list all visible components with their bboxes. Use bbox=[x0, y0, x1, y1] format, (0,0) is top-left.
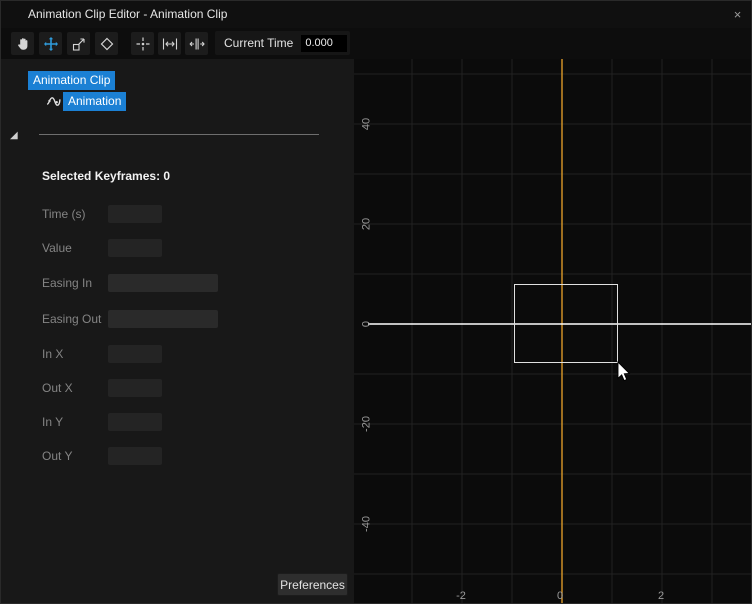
current-time-label: Current Time bbox=[224, 36, 293, 50]
tree-item-animation-clip[interactable]: Animation Clip bbox=[28, 71, 115, 90]
svg-text:0: 0 bbox=[361, 321, 373, 327]
frame-target-button[interactable] bbox=[131, 32, 154, 55]
properties-panel: ◢ Animation Clip Animation Selected Keyf… bbox=[1, 59, 354, 603]
y-axis-labels: 40 20 0 -20 -40 bbox=[361, 118, 373, 532]
current-time-input[interactable] bbox=[301, 35, 347, 52]
field-row-out-y: Out Y bbox=[42, 447, 342, 465]
svg-text:-40: -40 bbox=[361, 516, 373, 532]
curve-editor[interactable]: 40 20 0 -20 -40 -2 0 2 bbox=[354, 59, 752, 604]
svg-text:40: 40 bbox=[361, 118, 373, 130]
keyframe-diamond-icon bbox=[99, 36, 115, 52]
easing-in-input[interactable] bbox=[108, 274, 218, 292]
mouse-cursor-icon bbox=[618, 362, 629, 381]
svg-text:-20: -20 bbox=[361, 416, 373, 432]
field-row-in-y: In Y bbox=[42, 413, 342, 431]
fit-horizontal-icon bbox=[162, 36, 178, 52]
scale-icon bbox=[71, 36, 87, 52]
selected-keyframes-heading: Selected Keyframes: 0 bbox=[42, 169, 170, 183]
move-arrows-icon bbox=[43, 36, 59, 52]
easing-out-label: Easing Out bbox=[42, 310, 101, 328]
out-y-input[interactable] bbox=[108, 447, 162, 465]
field-row-easing-in: Easing In bbox=[42, 274, 342, 292]
x-axis-labels: -2 0 2 bbox=[456, 590, 664, 602]
panel-divider bbox=[39, 134, 319, 135]
move-tool-button[interactable] bbox=[39, 32, 62, 55]
easing-out-input[interactable] bbox=[108, 310, 218, 328]
in-y-label: In Y bbox=[42, 413, 63, 431]
preferences-button[interactable]: Preferences bbox=[277, 573, 348, 596]
scale-tool-button[interactable] bbox=[67, 32, 90, 55]
toolbar: Current Time bbox=[1, 28, 751, 59]
fit-vertical-icon bbox=[189, 36, 205, 52]
field-row-time: Time (s) bbox=[42, 205, 342, 223]
time-label: Time (s) bbox=[42, 205, 86, 223]
field-row-out-x: Out X bbox=[42, 379, 342, 397]
grid-lines bbox=[354, 59, 752, 604]
curve-graph-svg[interactable]: 40 20 0 -20 -40 -2 0 2 bbox=[354, 59, 752, 604]
selected-keyframes-label: Selected Keyframes: bbox=[42, 169, 160, 183]
animation-clip-editor-window: Animation Clip Editor - Animation Clip × bbox=[0, 0, 752, 604]
svg-text:0: 0 bbox=[557, 590, 563, 602]
keyframe-tool-button[interactable] bbox=[95, 32, 118, 55]
time-input[interactable] bbox=[108, 205, 162, 223]
window-title: Animation Clip Editor - Animation Clip bbox=[28, 1, 227, 28]
crosshair-icon bbox=[135, 36, 151, 52]
tree-item-animation[interactable]: Animation bbox=[63, 92, 126, 111]
field-row-in-x: In X bbox=[42, 345, 342, 363]
in-y-input[interactable] bbox=[108, 413, 162, 431]
field-row-value: Value bbox=[42, 239, 342, 257]
out-x-input[interactable] bbox=[108, 379, 162, 397]
in-x-input[interactable] bbox=[108, 345, 162, 363]
svg-text:2: 2 bbox=[658, 590, 664, 602]
fit-horizontal-button[interactable] bbox=[158, 32, 181, 55]
out-y-label: Out Y bbox=[42, 447, 72, 465]
svg-text:-2: -2 bbox=[456, 590, 466, 602]
current-time-group: Current Time bbox=[215, 31, 350, 55]
pan-tool-button[interactable] bbox=[11, 32, 34, 55]
value-input[interactable] bbox=[108, 239, 162, 257]
tree-expand-icon[interactable]: ◢ bbox=[10, 131, 18, 141]
svg-text:20: 20 bbox=[361, 218, 373, 230]
field-row-easing-out: Easing Out bbox=[42, 310, 342, 328]
fit-vertical-button[interactable] bbox=[185, 32, 208, 55]
titlebar[interactable]: Animation Clip Editor - Animation Clip × bbox=[1, 1, 751, 28]
value-label: Value bbox=[42, 239, 72, 257]
out-x-label: Out X bbox=[42, 379, 73, 397]
hand-icon bbox=[15, 36, 31, 52]
close-icon[interactable]: × bbox=[729, 6, 746, 23]
easing-in-label: Easing In bbox=[42, 274, 92, 292]
curve-icon bbox=[45, 93, 62, 110]
selected-keyframes-count: 0 bbox=[163, 169, 170, 183]
in-x-label: In X bbox=[42, 345, 63, 363]
